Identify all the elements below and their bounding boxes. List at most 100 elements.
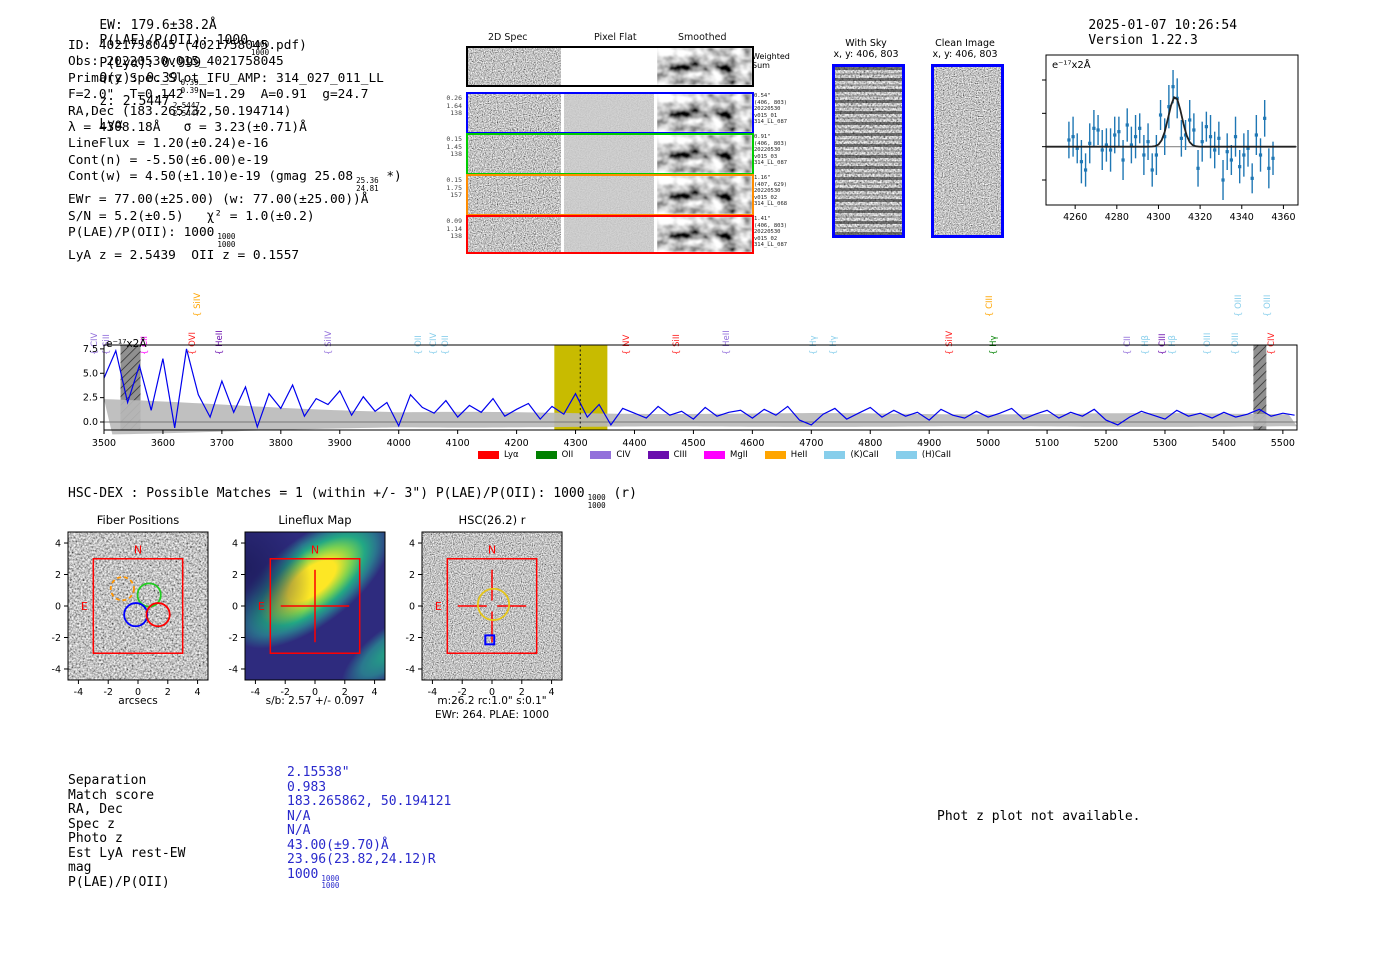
svg-text:3700: 3700 xyxy=(210,438,234,449)
match-row-label: Est LyA rest-EW xyxy=(68,845,186,861)
info-line: LineFlux = 1.20(±0.24)e-16 xyxy=(68,136,269,152)
sky-panel-title: With Sky x, y: 406, 803 xyxy=(833,38,899,60)
svg-text:5400: 5400 xyxy=(1212,438,1236,449)
info-line: Cont(n) = -5.50(±6.00)e-19 xyxy=(68,152,269,168)
svg-text:0: 0 xyxy=(55,602,61,613)
svg-text:E: E xyxy=(81,600,88,613)
match-row-value: 0.983 xyxy=(287,779,327,795)
svg-text:3900: 3900 xyxy=(328,438,352,449)
spec2d-row-annotation: 1.41" (406, 803) 20220530 v015_02 314_LL_087 xyxy=(754,216,788,249)
match-row-value: N/A xyxy=(287,808,311,824)
svg-text:3600: 3600 xyxy=(151,438,175,449)
match-row-label: Match score xyxy=(68,787,155,803)
match-row-value: N/A xyxy=(287,823,311,839)
match-row-value: 1000 1000 1000 xyxy=(287,866,340,891)
svg-text:3500: 3500 xyxy=(92,438,116,449)
match-row-value: 23.96(23.82,24.12)R xyxy=(287,852,436,868)
emission-line-label: { OIII xyxy=(1262,294,1273,317)
spec2d-title-3: Smoothed xyxy=(678,32,727,43)
svg-text:4000: 4000 xyxy=(387,438,411,449)
spec2d-row-annotation: 0.91" (406, 803) 20220530 v015_03 314_LL_087 xyxy=(754,134,788,167)
version: Version 1.22.3 xyxy=(1088,33,1198,48)
hsc-caption-1: m:26.2 rc:1.0" s:0.1" xyxy=(437,695,547,707)
with-sky-image xyxy=(832,64,905,238)
spec2d-title-2: Pixel Flat xyxy=(594,32,637,43)
svg-text:-2: -2 xyxy=(229,633,238,644)
legend-item: HeII xyxy=(764,450,807,460)
main-plot-units-label: e⁻¹⁷x2Å xyxy=(106,338,147,350)
svg-text:E: E xyxy=(435,600,442,613)
svg-text:0.0: 0.0 xyxy=(83,417,98,428)
spec2d-row-stats: 0.15 1.45 138 xyxy=(446,135,462,159)
svg-text:5100: 5100 xyxy=(1035,438,1059,449)
clean-image xyxy=(931,64,1004,238)
fiber-positions-cutout: N E -4 -4 -2 -2 0 0 2 2 4 4 xyxy=(34,510,224,714)
svg-text:4: 4 xyxy=(232,539,238,550)
spec2d-row xyxy=(466,133,754,175)
emission-line-label: { SiIV xyxy=(193,292,204,317)
spec2d-row xyxy=(466,215,754,254)
spectrum-legend: Lyα OII CIV CIII MgII HeII (K)CaII (H)CaII xyxy=(478,444,968,463)
lineflux-caption: s/b: 2.57 +/- 0.097 xyxy=(265,695,365,707)
svg-text:2: 2 xyxy=(55,570,61,581)
svg-text:-4: -4 xyxy=(406,664,415,675)
spec2d-row xyxy=(466,46,754,87)
match-row-value: 183.265862, 50.194121 xyxy=(287,794,452,810)
spec2d-title-1: 2D Spec xyxy=(488,32,528,43)
info-line: LyA z = 2.5439 OII z = 0.1557 xyxy=(68,248,300,264)
spec2d-row-stats: 0.09 1.14 138 xyxy=(446,217,462,241)
svg-text:3800: 3800 xyxy=(269,438,293,449)
info-line: Primary Spec_Slot_IFU_AMP: 314_027_011_L… xyxy=(68,70,384,86)
svg-text:E: E xyxy=(258,600,265,613)
match-row-value: 43.00(±9.70)Å xyxy=(287,837,389,853)
match-row-label: Spec z xyxy=(68,816,115,832)
weighted-sum-label: Weighted Sum xyxy=(752,52,790,70)
hsc-dex-summary: HSC-DEX : Possible Matches = 1 (within +… xyxy=(68,486,637,510)
info-line: Cont(w) = 4.50(±1.10)e-19 (gmag 25.08 25.… xyxy=(68,169,402,193)
legend-item: (K)CaII xyxy=(824,450,879,460)
svg-text:4340: 4340 xyxy=(1230,212,1254,223)
info-line: ID: 4021758045 (4021758045.pdf) xyxy=(68,38,307,53)
svg-text:-2: -2 xyxy=(52,633,61,644)
match-row-label: RA, Dec xyxy=(68,802,123,818)
zoom-plot-units-label: e⁻¹⁷x2Å xyxy=(1052,60,1091,71)
svg-text:N: N xyxy=(488,543,496,556)
svg-text:N: N xyxy=(311,543,319,556)
svg-text:4: 4 xyxy=(55,539,61,550)
info-line: RA,Dec (183.265732,50.194714) xyxy=(68,103,292,119)
svg-text:-2: -2 xyxy=(406,633,415,644)
spec2d-row-annotation: 0.54" (406, 803) 20220530 v015_01 314_LL_087 xyxy=(754,93,788,126)
svg-text:2.5: 2.5 xyxy=(83,393,98,404)
match-row-label: Separation xyxy=(68,773,147,788)
legend-item: Lyα xyxy=(478,450,519,460)
svg-text:7.5: 7.5 xyxy=(83,344,98,355)
spec2d-row xyxy=(466,92,754,134)
spec2d-row-stats: 0.26 1.64 138 xyxy=(446,94,462,118)
svg-text:0: 0 xyxy=(409,602,415,613)
match-table-labels: Separation Match score RA, Dec Spec z Photo … xyxy=(68,773,186,890)
sky-panel-title: Clean Image x, y: 406, 803 xyxy=(932,38,998,60)
match-row-label: P(LAE)/P(OII) xyxy=(68,874,170,890)
detection-info-block: ID: 4021758045 (4021758045.pdf) Obs: 2022… xyxy=(68,38,402,264)
match-row-value: 2.15538" xyxy=(287,765,350,780)
info-line: λ = 4308.18Å σ = 3.23(±0.71)Å xyxy=(68,120,307,136)
svg-text:4360: 4360 xyxy=(1271,212,1295,223)
emission-line-label: { OIII xyxy=(1233,294,1244,317)
svg-text:0: 0 xyxy=(232,602,238,613)
svg-text:2: 2 xyxy=(409,570,415,581)
timestamp: 2025-01-07 10:26:54 xyxy=(1088,18,1238,33)
info-line: S/N = 5.2(±0.5) χ² = 1.0(±0.2) xyxy=(68,208,315,224)
svg-text:4100: 4100 xyxy=(446,438,470,449)
svg-text:N: N xyxy=(134,543,142,556)
legend-item: MgII xyxy=(704,450,748,460)
svg-text:4300: 4300 xyxy=(1146,212,1170,223)
spec2d-row xyxy=(466,174,754,216)
spec2d-row-stats: 0.15 1.75 157 xyxy=(446,176,462,200)
svg-text:4260: 4260 xyxy=(1063,212,1087,223)
match-table-values: 2.15538" 0.983 183.265862, 50.194121 N/A N/A… xyxy=(287,765,452,891)
legend-item: OII xyxy=(535,450,573,460)
svg-text:-4: -4 xyxy=(229,664,238,675)
svg-text:4: 4 xyxy=(409,539,415,550)
svg-text:5200: 5200 xyxy=(1094,438,1118,449)
svg-text:-4: -4 xyxy=(52,664,61,675)
